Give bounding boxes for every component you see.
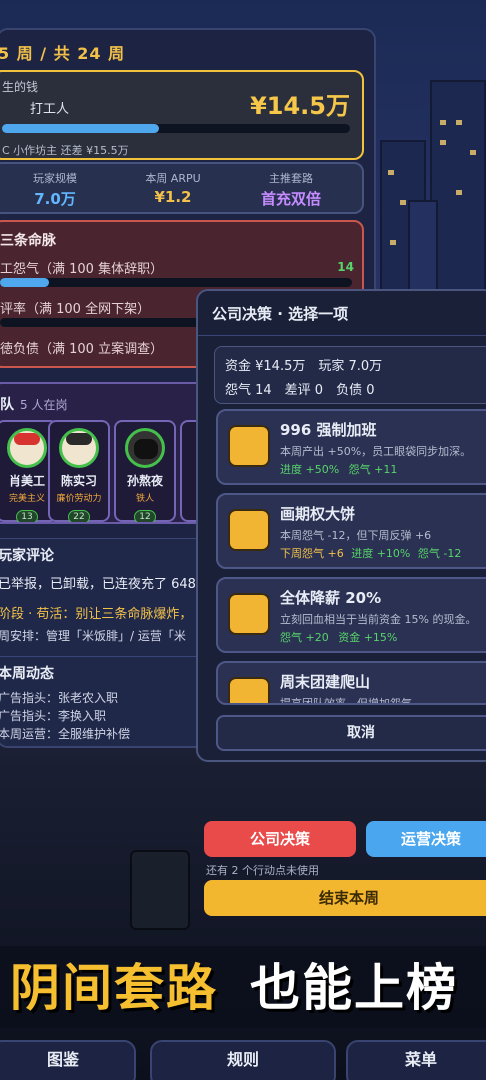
effect: 资金 +15% xyxy=(338,631,398,644)
end-week-button[interactable]: 结束本周 xyxy=(204,880,486,916)
stat-arpu-label: 本周 ARPU xyxy=(145,172,201,185)
stat-tactic: 主推套路 首充双倍 xyxy=(236,170,346,209)
member-card[interactable]: 孙熬夜 铁人 12 xyxy=(114,420,176,522)
hike-icon xyxy=(228,677,270,703)
effect: 怨气 +20 xyxy=(280,631,329,644)
lifeline-label: 徳负债（满 100 立案调查） xyxy=(0,342,164,357)
money-rank: 打工人 xyxy=(30,102,70,117)
resource-line: 资金 ¥14.5万 玩家 7.0万 xyxy=(225,359,383,374)
avatar xyxy=(125,428,165,468)
pie-icon xyxy=(228,509,270,551)
option-effects: 进度 +50% 怨气 +11 xyxy=(280,461,397,477)
money-progress-bar xyxy=(2,124,350,133)
option-desc: 立刻回血相当于当前资金 15% 的现金。 xyxy=(280,613,477,626)
stat-tactic-value: 首充双倍 xyxy=(260,190,321,208)
effect: 下周怨气 +6 xyxy=(280,547,344,560)
member-name: 孙熬夜 xyxy=(126,474,163,488)
lifeline-label: 工怨气（满 100 集体辞职） xyxy=(0,262,164,277)
schedule-line: 周安排：管理「米饭腓」/ 运营「米 xyxy=(0,629,186,643)
stage-line: 阶段 · 苟活：别让三条命脉爆炸， xyxy=(0,607,193,622)
codex-button[interactable]: 图鉴 xyxy=(0,1040,136,1080)
option-996-overtime[interactable]: 996 强制加班 本周产出 +50%，员工眼袋同步加深。 进度 +50% 怨气 … xyxy=(216,409,486,485)
stat-tactic-label: 主推套路 xyxy=(269,172,313,185)
lifeline-progress-fill xyxy=(0,278,50,287)
action-points-hint: 还有 2 个行动点未使用 xyxy=(206,864,319,877)
stat-arpu-value: ¥1.2 xyxy=(154,188,192,206)
overtime-icon xyxy=(228,425,270,467)
company-decision-button[interactable]: 公司决策 xyxy=(204,821,356,857)
option-pay-cut[interactable]: 全体降薪 20% 立刻回血相当于当前资金 15% 的现金。 怨气 +20 资金 … xyxy=(216,577,486,653)
menu-button[interactable]: 菜单 xyxy=(346,1040,486,1080)
decision-dialog: 公司决策 · 选择一项 资金 ¥14.5万 玩家 7.0万 怨气 14 差评 0… xyxy=(196,289,486,762)
resource-summary: 资金 ¥14.5万 玩家 7.0万 怨气 14 差评 0 负债 0 xyxy=(214,346,486,404)
option-stock-pie[interactable]: 画期权大饼 本周怨气 -12，但下周反弹 +6 下周怨气 +6 进度 +10% … xyxy=(216,493,486,569)
lifeline-value: 14 xyxy=(337,260,354,274)
dialog-title: 公司决策 · 选择一项 xyxy=(212,305,349,323)
stat-arpu: 本周 ARPU ¥1.2 xyxy=(118,170,228,206)
week-label: 5 周 / 共 24 周 xyxy=(0,44,126,63)
next-rank-tip: C 小作坊主 还差 ¥15.5万 xyxy=(2,144,129,157)
review-line: 已举报，已卸载，已连夜充了 648」 xyxy=(0,577,209,592)
option-desc: 本周产出 +50%，员工眼袋同步加深。 xyxy=(280,445,472,458)
option-effects: 怨气 +20 资金 +15% xyxy=(280,629,397,645)
member-level: 22 xyxy=(68,510,90,522)
banner-text: 也能上榜 xyxy=(250,959,458,1017)
member-tag: 铁人 xyxy=(135,494,154,504)
money-progress-fill xyxy=(2,124,159,133)
resource-line: 怨气 14 差评 0 负债 0 xyxy=(225,383,375,398)
effect: 怨气 -12 xyxy=(417,547,462,560)
option-name: 全体降薪 20% xyxy=(280,589,382,607)
news-title: 本周动态 xyxy=(0,666,54,682)
avatar xyxy=(59,428,99,468)
ops-decision-button[interactable]: 运营决策 xyxy=(366,821,486,857)
option-team-hike[interactable]: 周末团建爬山 提高团队效率，但增加怨气。 xyxy=(216,661,486,705)
stat-players-label: 玩家规模 xyxy=(33,172,77,185)
stat-players-value: 7.0万 xyxy=(34,190,76,208)
money-card: 生的钱 打工人 ¥14.5万 C 小作坊主 还差 ¥15.5万 xyxy=(0,70,364,160)
news-line: 广告指头：张老农入职 xyxy=(0,691,119,705)
option-name: 周末团建爬山 xyxy=(280,673,371,691)
option-name: 画期权大饼 xyxy=(280,505,356,523)
divider xyxy=(198,335,486,336)
promo-banner: 阴间套路 也能上榜 xyxy=(0,946,486,1028)
trash-can xyxy=(130,850,190,930)
avatar xyxy=(7,428,47,468)
member-card[interactable]: 陈实习 廉价劳动力 22 xyxy=(48,420,110,522)
member-tag: 廉价劳动力 xyxy=(56,494,102,504)
money-label: 生的钱 xyxy=(2,80,39,94)
stats-bar: 玩家规模 7.0万 本周 ARPU ¥1.2 主推套路 首充双倍 xyxy=(0,162,364,214)
team-title: 队5 人在岗 xyxy=(0,397,68,413)
effect: 进度 +50% xyxy=(280,463,340,476)
reviews-title: 玩家评论 xyxy=(0,548,54,564)
cancel-button[interactable]: 取消 xyxy=(216,715,486,751)
lifeline-label: 评率（满 100 全网下架） xyxy=(0,302,151,317)
lifelines-title: 三条命脉 xyxy=(0,233,56,249)
member-name: 陈实习 xyxy=(60,474,97,488)
pay-cut-icon xyxy=(228,593,270,635)
team-count: 5 人在岗 xyxy=(20,398,68,412)
effect: 怨气 +11 xyxy=(348,463,398,476)
option-effects: 下周怨气 +6 进度 +10% 怨气 -12 xyxy=(280,545,461,561)
member-level: 12 xyxy=(134,510,156,522)
lifeline-progress-bar xyxy=(0,278,352,287)
banner-text-highlight: 阴间套路 xyxy=(10,959,218,1017)
option-desc: 本周怨气 -12，但下周反弹 +6 xyxy=(280,529,432,542)
news-line: 广告指头：李换入职 xyxy=(0,709,107,723)
member-level: 13 xyxy=(16,510,38,522)
effect: 进度 +10% xyxy=(351,547,411,560)
stat-players: 玩家规模 7.0万 xyxy=(0,170,110,209)
money-value: ¥14.5万 xyxy=(250,92,350,120)
rules-button[interactable]: 规则 xyxy=(150,1040,336,1080)
option-desc: 提高团队效率，但增加怨气。 xyxy=(280,697,423,705)
option-name: 996 强制加班 xyxy=(280,421,377,439)
news-line: 本周运营：全服维护补偿 xyxy=(0,727,131,741)
